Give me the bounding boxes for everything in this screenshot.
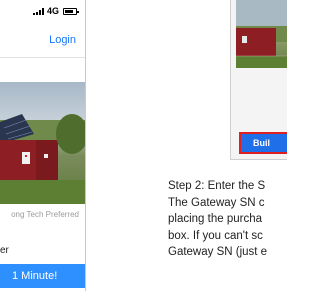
phone-screenshot-left: 4G Login ong Tech Preferred er 1 Minute! xyxy=(0,0,86,291)
network-label: 4G xyxy=(46,6,59,16)
phone-screenshot-right: Buil xyxy=(230,0,287,160)
instruction-line: Gateway SN (just e xyxy=(168,246,268,258)
instruction-line: box. If you can't sc xyxy=(168,229,263,242)
status-bar: 4G xyxy=(32,6,79,16)
house-illustration xyxy=(0,114,85,204)
instruction-line: The Gateway SN c xyxy=(168,196,265,209)
battery-icon xyxy=(63,7,79,15)
instruction-line: placing the purcha xyxy=(168,213,262,225)
start-button[interactable]: 1 Minute! xyxy=(0,264,85,288)
instruction-line: Step 2: Enter the S xyxy=(168,180,266,192)
build-button[interactable]: Buil xyxy=(239,132,287,154)
instructions-text: Step 2: Enter the S The Gateway SN c pla… xyxy=(168,178,287,261)
signal-icon xyxy=(32,7,44,15)
house-photo xyxy=(0,82,85,204)
section-label: er xyxy=(0,245,9,256)
house-illustration-right xyxy=(236,0,287,68)
login-link[interactable]: Login xyxy=(49,34,76,46)
right-house-photo xyxy=(236,0,287,68)
photo-caption: ong Tech Preferred xyxy=(11,210,79,219)
header-divider xyxy=(0,57,85,58)
